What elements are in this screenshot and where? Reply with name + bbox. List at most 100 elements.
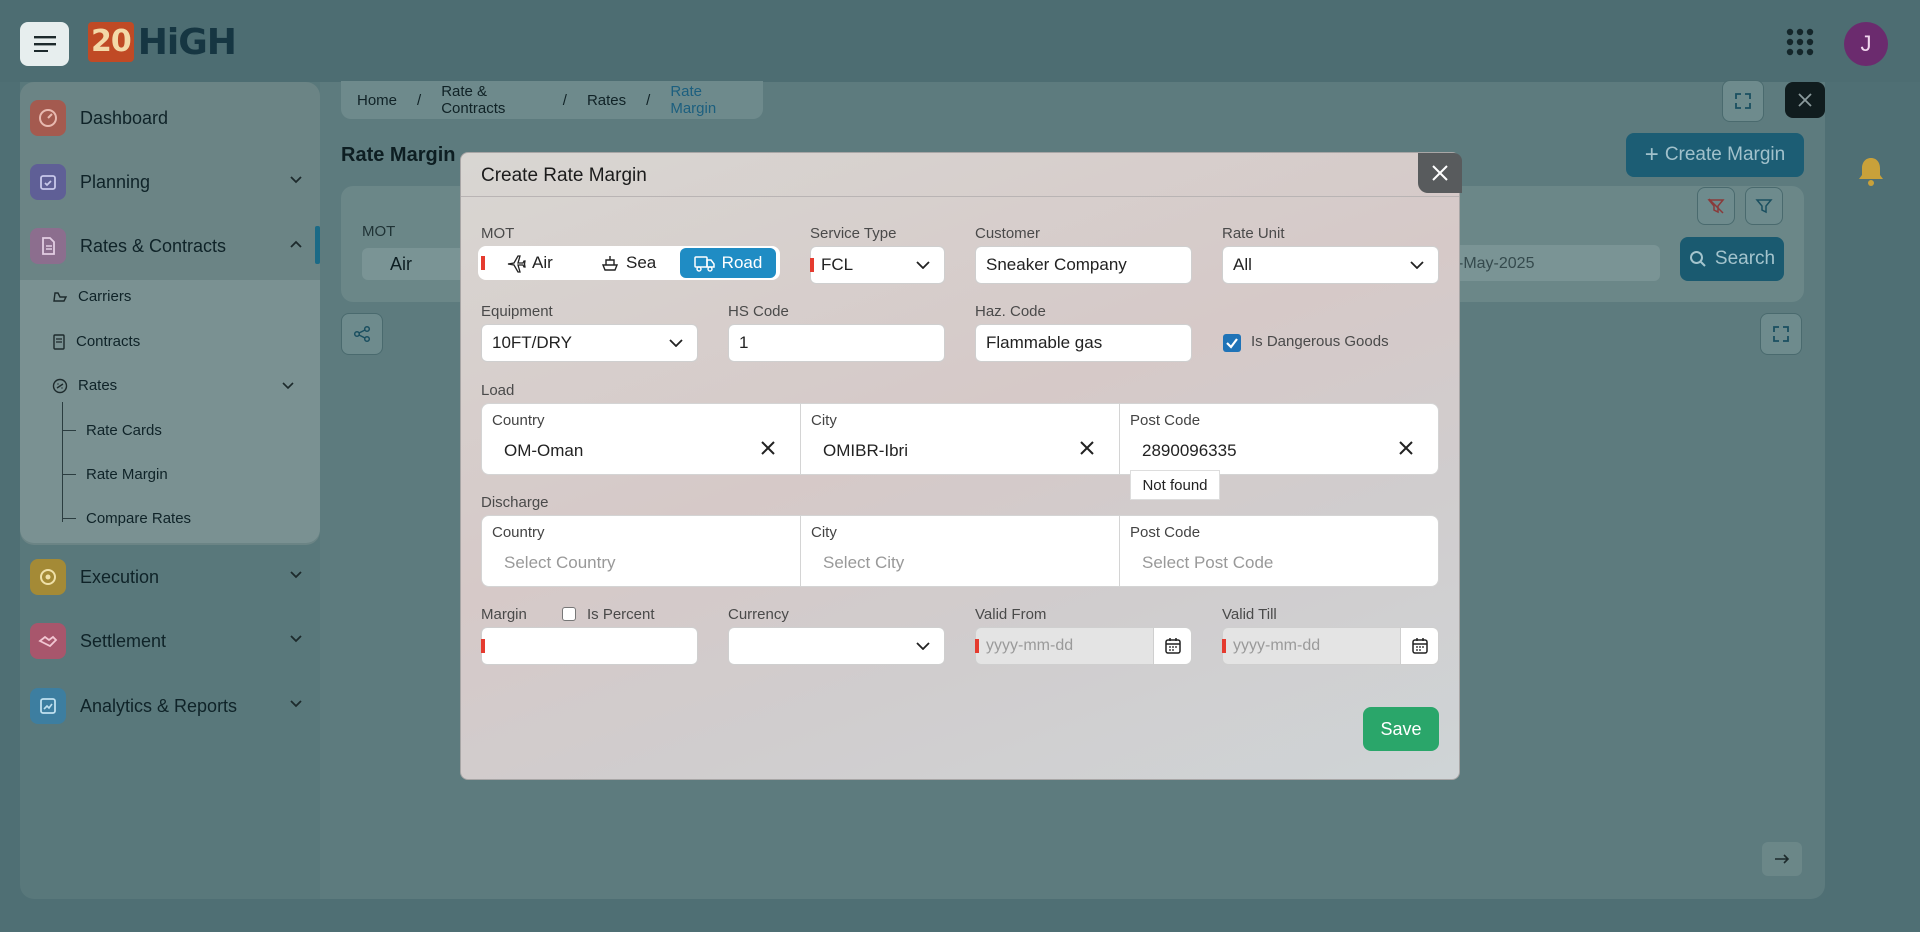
filter-date-value: -May-2025 bbox=[1458, 255, 1535, 272]
load-post-code-label: Post Code bbox=[1130, 412, 1201, 429]
app-logo[interactable]: 20 HiGH bbox=[88, 22, 237, 63]
tree-line bbox=[62, 402, 63, 522]
expand-button[interactable] bbox=[1722, 80, 1764, 122]
margin-field[interactable] bbox=[481, 627, 698, 665]
rates-submenu bbox=[20, 280, 320, 543]
discharge-location-group: Country Select Country City Select City … bbox=[481, 515, 1439, 587]
breadcrumb-rate-contracts[interactable]: Rate & Contracts bbox=[441, 83, 543, 117]
valid-till-calendar-button[interactable] bbox=[1400, 628, 1438, 664]
equipment-value: 10FT/DRY bbox=[492, 333, 572, 352]
chevron-down-icon bbox=[290, 571, 302, 579]
search-button[interactable]: Search bbox=[1680, 237, 1784, 281]
sidebar-item-label: Settlement bbox=[80, 630, 167, 651]
is-percent-checkbox[interactable] bbox=[562, 607, 576, 621]
save-button[interactable]: Save bbox=[1363, 707, 1439, 751]
sidebar-item-rate-margin[interactable]: Rate Margin bbox=[62, 466, 168, 483]
next-arrow-button[interactable] bbox=[1762, 842, 1802, 876]
mot-option-air[interactable]: Air bbox=[494, 248, 565, 278]
sidebar-item-analytics-reports[interactable]: Analytics & Reports bbox=[30, 682, 320, 730]
required-marker bbox=[810, 258, 814, 272]
clear-filter-button[interactable] bbox=[1697, 187, 1735, 225]
filter-mot-air[interactable]: Air bbox=[362, 248, 472, 280]
discharge-label: Discharge bbox=[481, 494, 549, 511]
user-avatar[interactable]: J bbox=[1844, 22, 1888, 66]
breadcrumb-rate-margin: Rate Margin bbox=[670, 83, 717, 117]
tree-branch bbox=[62, 518, 76, 519]
chevron-down-icon bbox=[290, 176, 302, 184]
gauge-icon bbox=[30, 100, 66, 136]
required-marker bbox=[481, 256, 485, 270]
document-icon bbox=[30, 228, 66, 264]
breadcrumb-rates[interactable]: Rates bbox=[587, 92, 626, 109]
valid-till-field[interactable]: yyyy-mm-dd bbox=[1222, 627, 1439, 665]
tree-branch bbox=[62, 474, 76, 475]
dialog-close-button[interactable] bbox=[1418, 153, 1462, 193]
rate-unit-label: Rate Unit bbox=[1222, 225, 1285, 242]
valid-till-placeholder: yyyy-mm-dd bbox=[1233, 637, 1321, 654]
bell-icon[interactable] bbox=[1856, 155, 1886, 187]
expand-grid-button[interactable] bbox=[1760, 313, 1802, 355]
discharge-country-field[interactable]: Country Select Country bbox=[482, 516, 801, 586]
create-margin-button[interactable]: + Create Margin bbox=[1626, 133, 1804, 177]
filter-mot-air-label: Air bbox=[390, 253, 412, 274]
sidebar-item-compare-rates[interactable]: Compare Rates bbox=[62, 510, 191, 527]
currency-select[interactable] bbox=[728, 627, 945, 665]
menu-toggle-button[interactable] bbox=[20, 22, 69, 66]
sidebar-item-execution[interactable]: Execution bbox=[30, 553, 320, 601]
filter-off-icon bbox=[1707, 198, 1725, 214]
clear-icon[interactable] bbox=[1398, 440, 1414, 456]
haz-code-field[interactable]: Flammable gas bbox=[975, 324, 1192, 362]
discharge-post-code-label: Post Code bbox=[1130, 524, 1201, 541]
haz-code-value: Flammable gas bbox=[986, 333, 1103, 352]
sidebar-item-planning[interactable]: Planning bbox=[30, 158, 320, 206]
valid-from-field[interactable]: yyyy-mm-dd bbox=[975, 627, 1192, 665]
calendar-icon bbox=[1164, 638, 1181, 654]
execution-icon bbox=[30, 559, 66, 595]
equipment-select[interactable]: 10FT/DRY bbox=[481, 324, 698, 362]
load-city-field[interactable]: City OMIBR-Ibri bbox=[801, 404, 1120, 474]
load-label: Load bbox=[481, 382, 515, 399]
mot-label: MOT bbox=[481, 225, 515, 242]
clear-icon[interactable] bbox=[1079, 440, 1095, 456]
sidebar-item-dashboard[interactable]: Dashboard bbox=[30, 94, 320, 142]
service-type-select[interactable]: FCL bbox=[810, 246, 945, 284]
chevron-down-icon bbox=[916, 261, 930, 269]
contract-icon bbox=[53, 333, 65, 350]
discharge-city-field[interactable]: City Select City bbox=[801, 516, 1120, 586]
load-country-field[interactable]: Country OM-Oman bbox=[482, 404, 801, 474]
discharge-post-code-field[interactable]: Post Code Select Post Code bbox=[1120, 516, 1438, 586]
sidebar-item-contracts[interactable]: Contracts bbox=[52, 333, 140, 350]
mot-option-sea[interactable]: Sea bbox=[588, 248, 668, 278]
sidebar-item-rates[interactable]: Rates bbox=[52, 377, 294, 394]
sidebar-item-rates-contracts[interactable]: Rates & Contracts bbox=[30, 222, 320, 270]
hs-code-field[interactable]: 1 bbox=[728, 324, 945, 362]
load-post-code-field[interactable]: Post Code 2890096335 bbox=[1120, 404, 1438, 474]
filter-icon bbox=[1755, 199, 1773, 214]
rate-unit-select[interactable]: All bbox=[1222, 246, 1439, 284]
sidebar-item-label: Rates & Contracts bbox=[80, 235, 227, 256]
discharge-post-code-placeholder: Select Post Code bbox=[1142, 553, 1274, 572]
load-city-value: OMIBR-Ibri bbox=[823, 441, 908, 460]
chevron-down-icon bbox=[1410, 261, 1424, 269]
sidebar-item-rate-cards[interactable]: Rate Cards bbox=[62, 422, 162, 439]
sidebar-item-carriers[interactable]: Carriers bbox=[52, 288, 131, 305]
arrow-right-icon bbox=[1775, 854, 1790, 864]
filter-button[interactable] bbox=[1745, 187, 1783, 225]
mot-selector[interactable]: Air Sea Road bbox=[478, 246, 780, 280]
logo-number: 20 bbox=[88, 22, 134, 62]
share-button[interactable] bbox=[341, 313, 383, 355]
clear-icon[interactable] bbox=[760, 440, 776, 456]
dangerous-goods-checkbox[interactable] bbox=[1223, 334, 1241, 352]
sidebar-item-settlement[interactable]: Settlement bbox=[30, 617, 320, 665]
chevron-down-icon bbox=[282, 382, 294, 390]
mot-option-road[interactable]: Road bbox=[680, 248, 776, 278]
apps-grid-icon[interactable] bbox=[1786, 28, 1814, 56]
customer-field[interactable]: Sneaker Company bbox=[975, 246, 1192, 284]
search-label: Search bbox=[1714, 248, 1776, 269]
page-close-button[interactable] bbox=[1785, 82, 1825, 118]
valid-from-calendar-button[interactable] bbox=[1153, 628, 1191, 664]
sidebar-item-label: Analytics & Reports bbox=[80, 695, 238, 716]
filter-date-field[interactable]: -May-2025 bbox=[1450, 245, 1660, 281]
search-icon bbox=[1689, 251, 1706, 267]
breadcrumb-home[interactable]: Home bbox=[357, 92, 397, 109]
